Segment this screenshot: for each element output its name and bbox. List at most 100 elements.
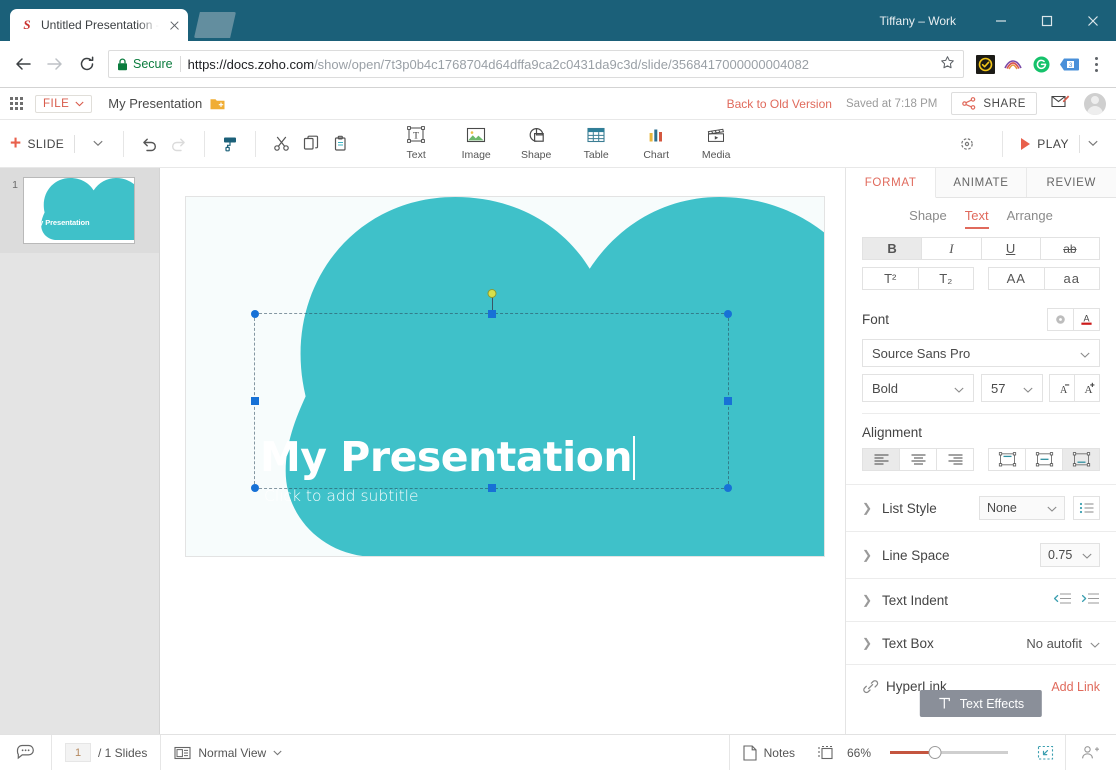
align-bottom-button[interactable] (1062, 448, 1100, 471)
chevron-right-icon[interactable]: ❯ (862, 548, 878, 562)
slide-canvas-area[interactable]: My Presentation Click to add subtitle (160, 168, 845, 734)
reload-icon[interactable] (72, 49, 102, 79)
scissors-icon[interactable] (268, 131, 294, 157)
uppercase-button[interactable]: AA (988, 267, 1045, 290)
subtab-text[interactable]: Text (965, 208, 989, 229)
folder-add-icon[interactable] (210, 97, 225, 110)
slide-thumbnail[interactable]: My Presentation (23, 177, 135, 244)
resize-handle-bottom-center[interactable] (488, 484, 496, 492)
subscript-button[interactable]: T₂ (918, 267, 975, 290)
document-title[interactable]: My Presentation (108, 96, 202, 111)
apps-grid-icon[interactable] (10, 97, 23, 110)
underline-button[interactable]: U (981, 237, 1041, 260)
insert-table-button[interactable]: Table (568, 124, 624, 163)
browser-tab[interactable]: S Untitled Presentation - Z (10, 9, 188, 41)
chevron-right-icon[interactable]: ❯ (862, 636, 878, 650)
decrease-indent-icon[interactable] (1053, 592, 1072, 608)
forward-icon[interactable] (40, 49, 70, 79)
rotate-handle[interactable] (487, 289, 496, 298)
clear-formatting-icon[interactable] (1047, 308, 1074, 331)
align-middle-button[interactable] (1025, 448, 1063, 471)
resize-handle-bottom-right[interactable] (724, 484, 732, 492)
chrome-menu-icon[interactable] (1084, 57, 1108, 72)
chevron-right-icon[interactable]: ❯ (862, 501, 878, 515)
compose-mail-icon[interactable] (1051, 94, 1070, 113)
align-top-button[interactable] (988, 448, 1026, 471)
zoom-slider[interactable] (890, 751, 1008, 754)
resize-handle-middle-right[interactable] (724, 397, 732, 405)
lowercase-button[interactable]: aa (1044, 267, 1101, 290)
file-menu-button[interactable]: FILE (35, 95, 92, 113)
add-link-button[interactable]: Add Link (1051, 680, 1100, 694)
resize-handle-bottom-left[interactable] (251, 484, 259, 492)
notes-button[interactable]: Notes (730, 735, 808, 770)
user-avatar[interactable] (1084, 93, 1106, 115)
format-painter-icon[interactable] (217, 131, 243, 157)
list-style-select[interactable]: None (979, 496, 1065, 520)
strikethrough-button[interactable]: ab (1040, 237, 1100, 260)
grammarly-extension-icon[interactable] (1028, 51, 1054, 77)
close-icon[interactable] (166, 17, 182, 33)
back-to-old-version-link[interactable]: Back to Old Version (727, 97, 832, 111)
list-options-icon[interactable] (1073, 496, 1100, 520)
zoom-control[interactable]: 66% (843, 735, 1026, 770)
text-effects-button[interactable]: Text Effects (920, 690, 1042, 717)
minimize-icon[interactable] (978, 0, 1024, 41)
bookmark-star-icon[interactable] (940, 55, 955, 73)
copy-icon[interactable] (298, 131, 324, 157)
text-box-row[interactable]: ❯ Text Box No autofit (846, 622, 1116, 665)
chevron-right-icon[interactable]: ❯ (862, 593, 878, 607)
tab-format[interactable]: FORMAT (846, 168, 936, 198)
tab-review[interactable]: REVIEW (1027, 168, 1116, 197)
line-space-row[interactable]: ❯ Line Space 0.75 (846, 532, 1116, 579)
slide-layout-dropdown-icon[interactable] (85, 131, 111, 157)
increase-font-size-button[interactable]: A (1074, 374, 1100, 402)
font-color-icon[interactable]: A (1073, 308, 1100, 331)
slide-thumbnail-item[interactable]: 1 My Presentation (0, 168, 159, 253)
close-icon[interactable] (1070, 0, 1116, 41)
align-right-button[interactable] (936, 448, 974, 471)
play-button[interactable]: PLAY (1011, 137, 1079, 151)
maximize-icon[interactable] (1024, 0, 1070, 41)
current-page-input[interactable]: 1 (65, 743, 91, 762)
italic-button[interactable]: I (921, 237, 981, 260)
page-indicator[interactable]: 1 / 1 Slides (52, 735, 160, 770)
play-options-icon[interactable] (1080, 131, 1106, 157)
resize-handle-top-center[interactable] (488, 310, 496, 318)
bold-button[interactable]: B (862, 237, 922, 260)
subtab-shape[interactable]: Shape (909, 208, 947, 229)
redo-icon[interactable] (166, 131, 192, 157)
insert-media-button[interactable]: Media (688, 124, 744, 163)
checkmark-extension-icon[interactable] (972, 51, 998, 77)
tab-animate[interactable]: ANIMATE (936, 168, 1026, 197)
align-left-button[interactable] (862, 448, 900, 471)
text-indent-row[interactable]: ❯ Text Indent (846, 579, 1116, 622)
gear-icon[interactable] (954, 131, 980, 157)
collaborators-button[interactable] (1066, 735, 1116, 770)
zoom-slider-knob[interactable] (928, 746, 941, 759)
blue-tag-extension-icon[interactable]: 3 (1056, 51, 1082, 77)
new-tab-button[interactable] (194, 12, 236, 38)
subtab-arrange[interactable]: Arrange (1007, 208, 1053, 229)
resize-handle-top-right[interactable] (724, 310, 732, 318)
insert-image-button[interactable]: Image (448, 124, 504, 163)
superscript-button[interactable]: T² (862, 267, 919, 290)
comments-icon[interactable] (0, 735, 51, 770)
rainbow-arc-extension-icon[interactable] (1000, 51, 1026, 77)
resize-handle-top-left[interactable] (251, 310, 259, 318)
back-icon[interactable] (8, 49, 38, 79)
slide-canvas[interactable]: My Presentation Click to add subtitle (185, 196, 825, 557)
decrease-font-size-button[interactable]: A (1049, 374, 1075, 402)
paste-icon[interactable] (328, 131, 354, 157)
undo-icon[interactable] (136, 131, 162, 157)
insert-text-button[interactable]: T Text (388, 124, 444, 163)
add-slide-button[interactable]: + SLIDE (10, 134, 64, 153)
slide-subtitle-placeholder[interactable]: Click to add subtitle (264, 487, 419, 505)
font-size-select[interactable]: 57 (981, 374, 1043, 402)
align-center-button[interactable] (899, 448, 937, 471)
font-family-select[interactable]: Source Sans Pro (862, 339, 1100, 367)
fit-to-window-button[interactable] (1026, 735, 1065, 770)
share-button[interactable]: SHARE (951, 92, 1037, 115)
insert-chart-button[interactable]: Chart (628, 124, 684, 163)
address-bar[interactable]: Secure https://docs.zoho.com/show/open/7… (108, 50, 964, 78)
